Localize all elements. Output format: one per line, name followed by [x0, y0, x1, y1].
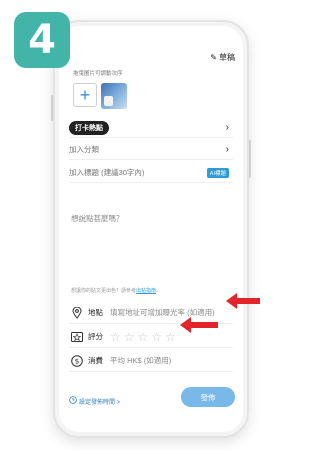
- svg-text:$: $: [75, 357, 79, 365]
- plus-icon: +: [79, 85, 91, 105]
- phone-frame: ✎ 草稿 拖曳圖片可調動次序 + 打卡熱點 › 加入分類 › 加入標題 (建議3…: [53, 20, 249, 438]
- star-icon[interactable]: ☆: [124, 331, 135, 343]
- add-photo-button[interactable]: +: [73, 83, 97, 107]
- location-input[interactable]: 填寫地址可增加曝光率 (如適用): [110, 307, 215, 318]
- arrow-icon: [180, 317, 218, 333]
- star-icon[interactable]: ☆: [138, 331, 149, 343]
- checkin-row[interactable]: 打卡熱點 ›: [69, 118, 233, 138]
- star-icon[interactable]: ☆: [165, 331, 176, 343]
- hint-suffix: 。: [156, 288, 162, 294]
- title-row[interactable]: 加入標題 (建議30字內) AI標題: [69, 163, 233, 183]
- thumbnail-decor: [104, 96, 113, 106]
- ai-title-button[interactable]: AI標題: [206, 167, 229, 178]
- spend-row[interactable]: $ 消費 平均 HK$ (如適用): [69, 350, 233, 372]
- draft-button[interactable]: ✎ 草稿: [210, 52, 235, 63]
- clock-icon: [69, 396, 77, 406]
- posting-guide-link[interactable]: 出帖指南: [136, 288, 156, 294]
- photo-order-hint: 拖曳圖片可調動次序: [73, 71, 123, 77]
- spend-label: 消費: [88, 356, 103, 365]
- title-input[interactable]: 加入標題 (建議30字內): [69, 167, 144, 178]
- phone-screen: ✎ 草稿 拖曳圖片可調動次序 + 打卡熱點 › 加入分類 › 加入標題 (建議3…: [63, 30, 239, 428]
- category-row[interactable]: 加入分類 ›: [69, 140, 233, 160]
- draft-label: 草稿: [219, 53, 235, 62]
- spend-input[interactable]: 平均 HK$ (如適用): [110, 355, 171, 366]
- photo-thumbnail[interactable]: [101, 83, 127, 109]
- rating-row[interactable]: 評分 ☆ ☆ ☆ ☆ ☆: [69, 326, 233, 348]
- posting-guide-hint: 想讓你的貼文更出色？請參考出帖指南。: [71, 287, 161, 294]
- dollar-icon: $: [71, 354, 83, 367]
- arrow-icon: [226, 293, 260, 309]
- pen-icon: ✎: [210, 53, 217, 62]
- post-body-input[interactable]: 想說點甚麼嗎？: [71, 213, 124, 224]
- rating-stars[interactable]: ☆ ☆ ☆ ☆ ☆: [110, 331, 176, 343]
- publish-button[interactable]: 發佈: [181, 387, 235, 407]
- location-label: 地點: [88, 308, 103, 317]
- location-row[interactable]: 地點 填寫地址可增加曝光率 (如適用): [69, 302, 233, 324]
- category-label: 加入分類: [69, 145, 99, 154]
- schedule-publish-link[interactable]: 設定發佈時間 >: [69, 396, 120, 406]
- chevron-right-icon: ›: [225, 144, 229, 155]
- schedule-label: 設定發佈時間 >: [79, 399, 121, 406]
- star-icon[interactable]: ☆: [151, 331, 162, 343]
- chevron-right-icon: ›: [225, 122, 229, 133]
- star-icon[interactable]: ☆: [110, 331, 121, 343]
- location-pin-icon: [71, 306, 83, 319]
- rating-label: 評分: [88, 332, 103, 341]
- checkin-hotspot-pill[interactable]: 打卡熱點: [69, 120, 109, 135]
- step-number-badge: 4: [14, 12, 70, 68]
- hint-text: 想讓你的貼文更出色？請參考: [71, 288, 137, 294]
- rating-icon: [71, 331, 83, 343]
